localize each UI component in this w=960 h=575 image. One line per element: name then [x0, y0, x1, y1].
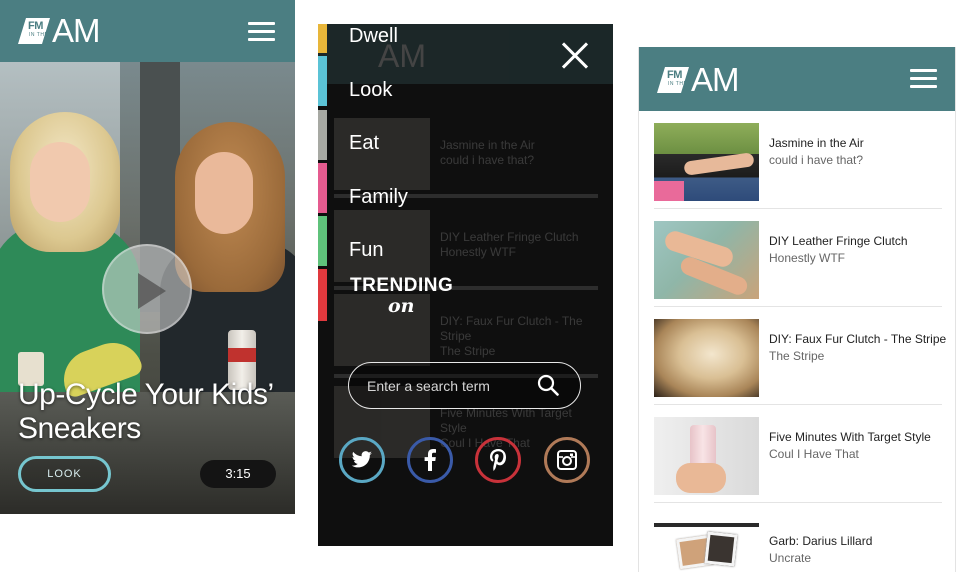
stripe-dwell — [318, 24, 327, 53]
video-duration-badge: 3:15 — [200, 460, 276, 488]
menu-item-look[interactable]: Look — [349, 64, 408, 118]
menu-item-family[interactable]: Family — [349, 171, 408, 225]
hamburger-menu-icon[interactable] — [910, 69, 937, 89]
trending-on-text: on — [388, 295, 415, 317]
list-item[interactable]: DIY: Faux Fur Clutch - The Stripe The St… — [654, 307, 946, 405]
stripe-fun — [318, 216, 327, 266]
article-source: The Stripe — [769, 349, 825, 363]
trending-on-link[interactable]: TRENDING on — [350, 275, 454, 317]
hamburger-menu-icon[interactable] — [248, 22, 275, 42]
article-title: DIY: Faux Fur Clutch - The Stripe — [769, 332, 947, 346]
nav-menu: Dwell Look Eat Family Fun — [349, 24, 408, 278]
play-triangle — [138, 273, 166, 309]
dimmed-title: Jasmine in the Air could i have that? — [440, 138, 600, 168]
dimmed-sub-text: Honestly WTF — [440, 245, 517, 259]
stripe-look — [318, 56, 327, 106]
dimmed-sub-text: The Stripe — [440, 344, 496, 358]
logo-badge: FM IN THE — [18, 18, 50, 44]
stripe-trending — [318, 269, 327, 321]
facebook-icon[interactable] — [407, 437, 453, 483]
article-thumbnail — [654, 319, 759, 397]
fm-in-the-am-logo[interactable]: FM IN THE AM — [657, 61, 739, 98]
list-item[interactable]: Five Minutes With Target Style Coul I Ha… — [654, 405, 942, 503]
pinterest-icon[interactable] — [475, 437, 521, 483]
logo-am-text: AM — [52, 12, 100, 49]
logo-fm-text: FM — [667, 69, 682, 81]
thumb-bag — [654, 181, 684, 201]
logo-inthe-text: IN THE — [29, 32, 49, 38]
stripe-eat — [318, 110, 327, 160]
thumb-photo — [704, 531, 738, 567]
logo-inthe-text: IN THE — [668, 81, 688, 87]
article-thumbnail — [654, 123, 759, 201]
article-source: could i have that? — [769, 153, 864, 167]
dimmed-title-text: DIY Leather Fringe Clutch — [440, 230, 579, 244]
screenshot-stage: FM IN THE AM Up-Cycle Your Kids’ Sneaker… — [0, 0, 960, 575]
article-title: Garb: Darius Lillard — [769, 534, 873, 548]
play-button-icon[interactable] — [102, 244, 192, 334]
twitter-icon[interactable] — [339, 437, 385, 483]
article-thumbnail — [654, 417, 759, 495]
dimmed-title-text: DIY: Faux Fur Clutch - The Stripe — [440, 314, 583, 343]
logo-fm-text: FM — [28, 20, 43, 32]
article-title: Jasmine in the Air — [769, 136, 864, 150]
article-list: Jasmine in the Air could i have that? DI… — [654, 111, 946, 572]
article-title: Five Minutes With Target Style — [769, 430, 931, 444]
category-color-stripes — [318, 24, 327, 324]
list-item[interactable]: Jasmine in the Air could i have that? — [654, 111, 942, 209]
trending-text: TRENDING — [350, 275, 454, 296]
host-right-face — [195, 152, 253, 234]
dimmed-title-text: Five Minutes With Target Style — [440, 406, 572, 435]
list-item[interactable]: DIY Leather Fringe Clutch Honestly WTF — [654, 209, 942, 307]
app-header: FM IN THE AM — [0, 0, 295, 62]
thumb-hand — [676, 463, 726, 493]
logo-am-text: AM — [691, 61, 739, 98]
menu-overlay-screen: AM Jasmine in the Air could i have that? … — [318, 24, 613, 546]
menu-item-dwell[interactable]: Dwell — [349, 24, 408, 64]
video-screen: FM IN THE AM Up-Cycle Your Kids’ Sneaker… — [0, 0, 295, 514]
article-thumbnail — [654, 515, 759, 572]
dimmed-title: DIY: Faux Fur Clutch - The Stripe The Str… — [440, 314, 600, 359]
menu-item-fun[interactable]: Fun — [349, 224, 408, 278]
thumb-bar — [654, 523, 759, 527]
thumb-arm — [683, 152, 755, 176]
fm-in-the-am-logo[interactable]: FM IN THE AM — [18, 12, 100, 49]
article-title: DIY Leather Fringe Clutch — [769, 234, 908, 248]
dimmed-title: DIY Leather Fringe Clutch Honestly WTF — [440, 230, 600, 260]
search-input[interactable] — [367, 374, 527, 398]
look-category-button[interactable]: LOOK — [18, 456, 111, 492]
dimmed-sub-text: could i have that? — [440, 153, 535, 167]
list-item[interactable]: Garb: Darius Lillard Uncrate — [654, 503, 942, 572]
menu-item-eat[interactable]: Eat — [349, 117, 408, 171]
search-box[interactable] — [348, 362, 581, 409]
article-source: Uncrate — [769, 551, 812, 565]
article-source: Coul I Have That — [769, 447, 859, 461]
close-icon[interactable] — [561, 42, 589, 70]
article-thumbnail — [654, 221, 759, 299]
search-icon[interactable] — [537, 374, 559, 396]
instagram-icon[interactable] — [544, 437, 590, 483]
article-list-screen: FM IN THE AM Jasmine in the Air could i … — [638, 47, 956, 572]
video-title: Up-Cycle Your Kids’ Sneakers — [18, 378, 273, 445]
logo-badge: FM IN THE — [657, 67, 689, 93]
stripe-family — [318, 163, 327, 213]
article-source: Honestly WTF — [769, 251, 846, 265]
app-header: FM IN THE AM — [639, 47, 955, 111]
dimmed-title-text: Jasmine in the Air — [440, 138, 535, 152]
host-left-face — [30, 142, 90, 222]
